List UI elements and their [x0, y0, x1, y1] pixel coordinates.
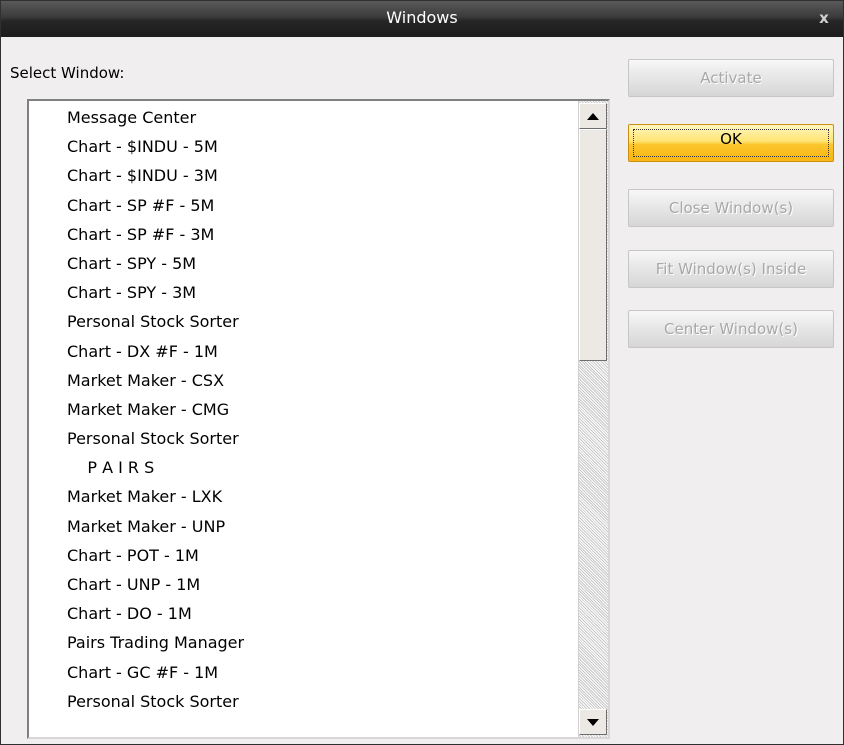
list-item[interactable]: Message Center [29, 103, 579, 132]
ok-button[interactable]: OK [628, 124, 834, 162]
list-item[interactable]: Chart - SPY - 5M [29, 249, 579, 278]
list-item[interactable]: Market Maker - UNP [29, 512, 579, 541]
close-windows-button[interactable]: Close Window(s) [628, 189, 834, 227]
list-item[interactable]: Chart - $INDU - 5M [29, 132, 579, 161]
dialog-title: Windows [386, 8, 458, 27]
list-item[interactable]: Chart - UNP - 1M [29, 570, 579, 599]
list-item[interactable]: Chart - SPY - 3M [29, 278, 579, 307]
list-item[interactable]: Personal Stock Sorter [29, 424, 579, 453]
windows-dialog: Windows x Select Window: Message Center C… [0, 0, 844, 745]
scrollbar-thumb[interactable] [579, 129, 607, 361]
scroll-down-arrow-icon [587, 718, 599, 726]
list-item[interactable]: Market Maker - CMG [29, 395, 579, 424]
list-item[interactable]: Chart - DO - 1M [29, 599, 579, 628]
list-item[interactable]: Pairs Trading Manager [29, 628, 579, 657]
close-icon[interactable]: x [813, 6, 835, 30]
activate-button[interactable]: Activate [628, 59, 834, 97]
center-windows-button[interactable]: Center Window(s) [628, 310, 834, 348]
list-item[interactable]: Market Maker - LXK [29, 482, 579, 511]
scroll-up-arrow-icon [587, 112, 599, 120]
list-item[interactable]: Market Maker - CSX [29, 366, 579, 395]
vertical-scrollbar[interactable] [578, 101, 608, 737]
scroll-down-button[interactable] [579, 709, 607, 735]
ok-button-label: OK [720, 130, 742, 148]
list-item[interactable]: Chart - SP #F - 3M [29, 220, 579, 249]
list-item[interactable]: Chart - SP #F - 5M [29, 191, 579, 220]
scroll-up-button[interactable] [579, 103, 607, 129]
window-listbox[interactable]: Message Center Chart - $INDU - 5M Chart - … [27, 99, 610, 739]
list-item[interactable]: Chart - DX #F - 1M [29, 337, 579, 366]
fit-windows-inside-button[interactable]: Fit Window(s) Inside [628, 250, 834, 288]
list-item[interactable]: Chart - GC #F - 1M [29, 658, 579, 687]
list-item[interactable]: Chart - POT - 1M [29, 541, 579, 570]
list-item[interactable]: Personal Stock Sorter [29, 307, 579, 336]
select-window-label: Select Window: [10, 64, 125, 82]
list-item[interactable]: Chart - $INDU - 3M [29, 161, 579, 190]
title-bar[interactable]: Windows x [1, 1, 843, 37]
list-item[interactable]: Personal Stock Sorter [29, 687, 579, 716]
list-item[interactable]: P A I R S [29, 453, 579, 482]
window-list: Message Center Chart - $INDU - 5M Chart - … [29, 103, 579, 716]
